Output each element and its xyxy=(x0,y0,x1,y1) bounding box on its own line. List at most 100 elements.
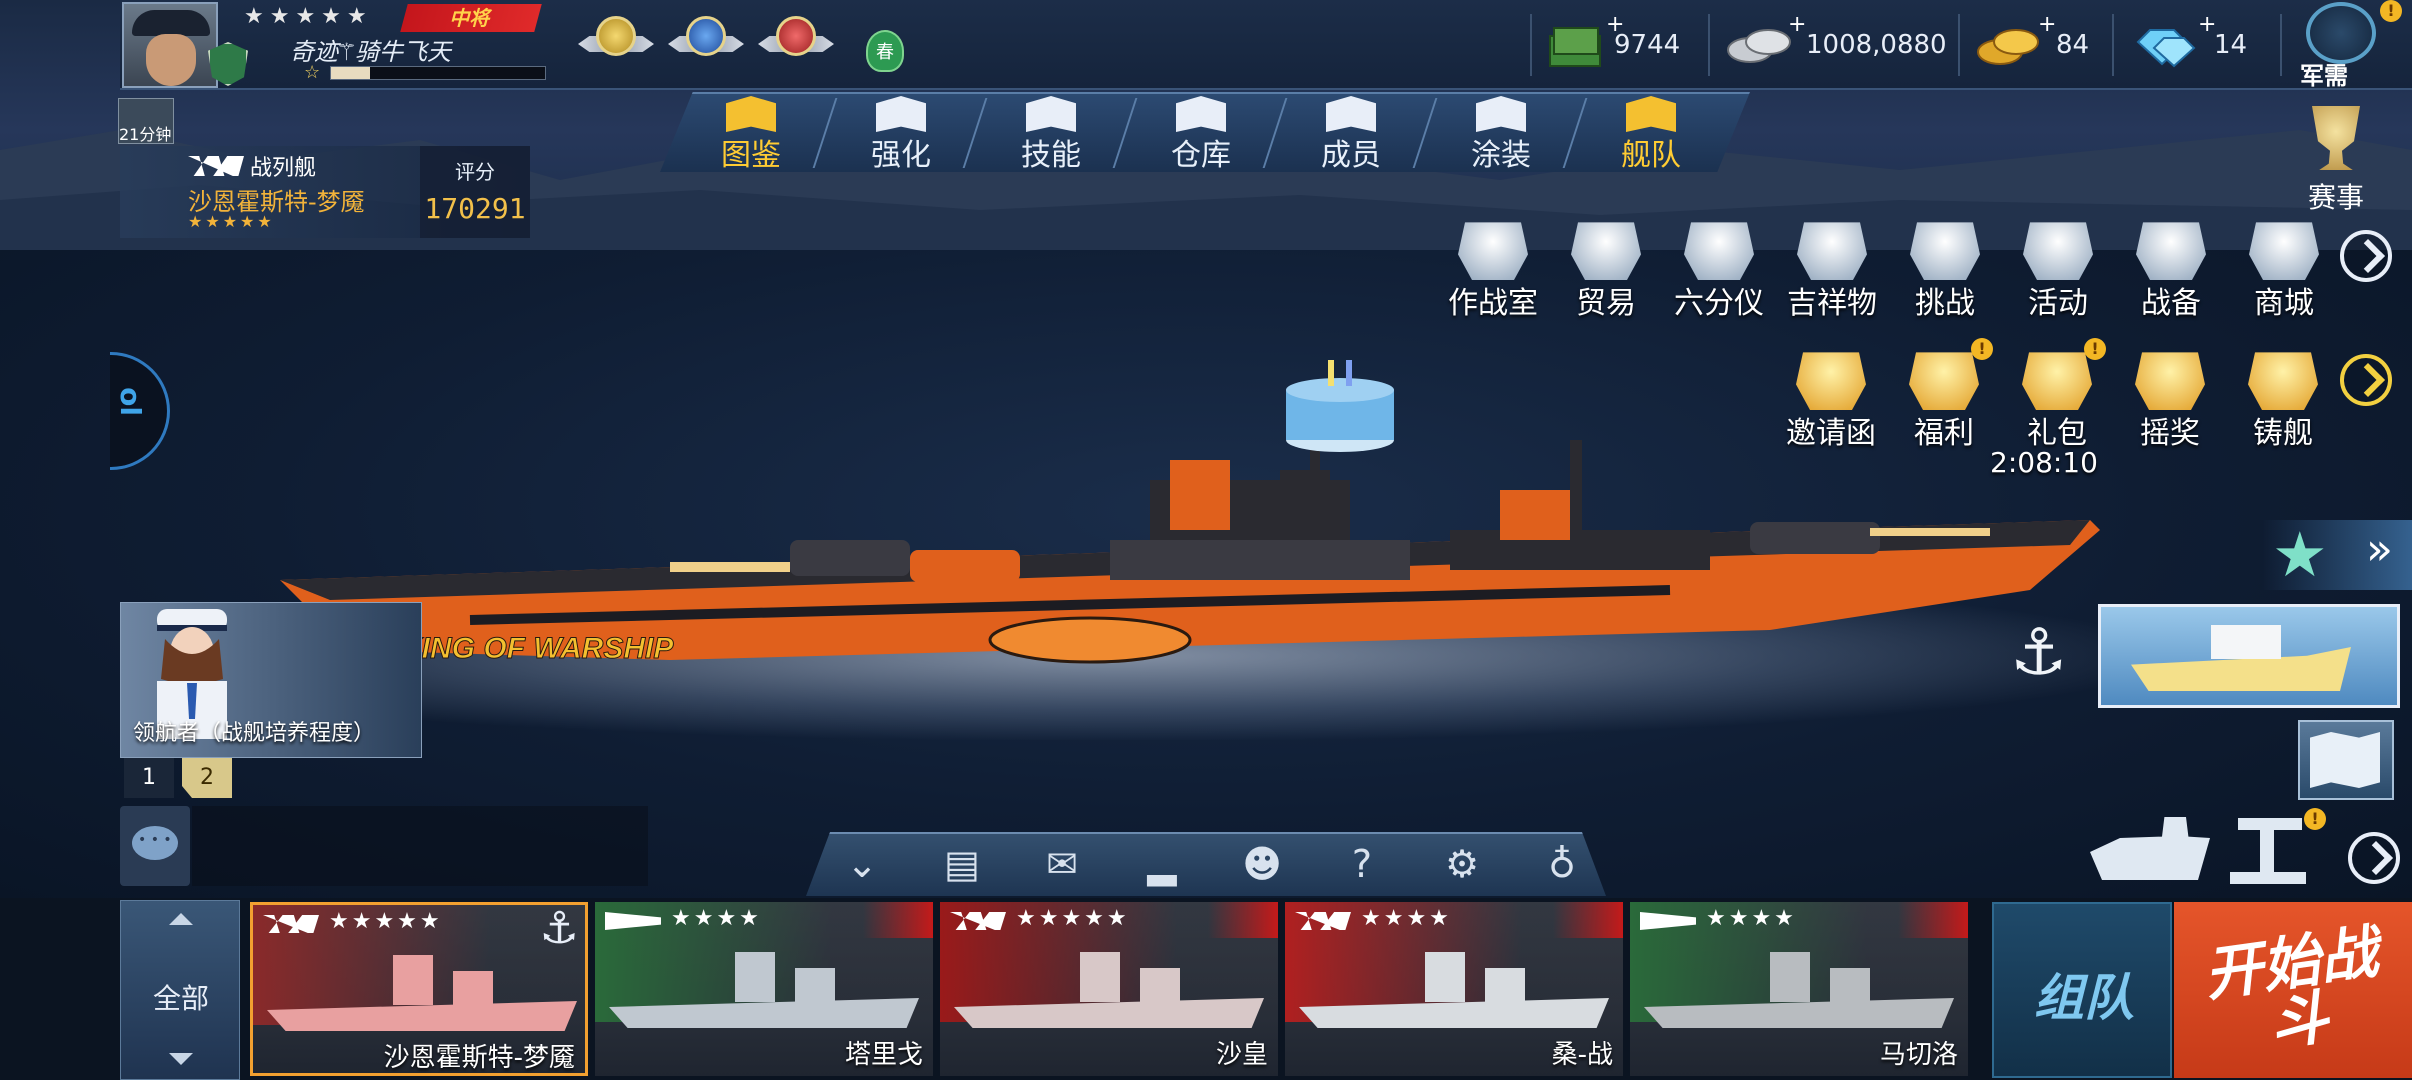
ship-info-panel[interactable]: 战列舰 沙恩霍斯特-梦魇 ★★★★★ 评分 170291 xyxy=(120,146,530,238)
next-arrow-icon[interactable] xyxy=(2348,832,2400,884)
feature-label: 战备 xyxy=(2141,286,2201,321)
feature-megaphone[interactable]: 活动 xyxy=(2003,216,2113,326)
ship-stars: ★★★★ xyxy=(1361,906,1452,931)
resource-gold[interactable]: + 84 xyxy=(1976,12,2096,76)
megaphone-icon xyxy=(2023,222,2093,280)
ship-tower xyxy=(1425,952,1465,1002)
chat-preview-area[interactable] xyxy=(192,806,648,886)
ship-tower xyxy=(1080,952,1120,1002)
nav-warehouse[interactable]: 仓库 xyxy=(1126,92,1276,173)
resource-cash[interactable]: + 9744 xyxy=(1548,12,1698,76)
anchor-icon: ⚓ xyxy=(539,903,579,954)
add-gold-plus[interactable]: + xyxy=(2038,12,2056,37)
chat-bubble-icon xyxy=(132,826,178,860)
page-tab-2[interactable]: 2 xyxy=(182,758,232,798)
feature-label: 活动 xyxy=(2028,286,2088,321)
forge-ship-icon xyxy=(2248,352,2318,410)
nav-crew[interactable]: 成员 xyxy=(1276,92,1426,173)
cash-value: 9744 xyxy=(1614,30,1681,60)
season-tag[interactable]: 春 xyxy=(866,30,904,72)
separator xyxy=(1708,14,1710,76)
feature-lottery-wheel[interactable]: 摇奖 xyxy=(2115,346,2225,456)
more-features-arrow-icon[interactable] xyxy=(2340,230,2392,282)
team-up-button[interactable]: 组队 xyxy=(1992,902,2172,1078)
filter-all-button[interactable]: 全部 xyxy=(120,900,240,1080)
feature-gift-pack[interactable]: 礼包! xyxy=(2002,338,2112,456)
lottery-wheel-icon xyxy=(2135,352,2205,410)
feature-challenge[interactable]: 挑战 xyxy=(1890,216,2000,326)
invitation-icon xyxy=(1796,352,1866,410)
map-button[interactable] xyxy=(2298,720,2394,800)
help-icon[interactable]: ? xyxy=(1312,836,1412,892)
diamond-value: 14 xyxy=(2214,30,2248,60)
anchor-icon[interactable]: ⚓ xyxy=(2010,616,2067,690)
feature-sextant[interactable]: 六分仪 xyxy=(1664,216,1774,326)
feature-forge-ship[interactable]: 铸舰 xyxy=(2228,346,2338,456)
captain-card[interactable]: 领航者（战舰培养程度） xyxy=(120,602,422,758)
nav-label: 技能 xyxy=(1021,138,1081,173)
time-remaining-thumb[interactable]: 21分钟 xyxy=(118,98,174,144)
mail-icon[interactable]: ✉ xyxy=(1012,836,1112,892)
ship-card[interactable]: ★★★★★ 沙皇 xyxy=(940,902,1278,1076)
fleet-ship-thumbnail[interactable] xyxy=(2098,604,2400,708)
hint-bulb-icon[interactable]: ♁ xyxy=(1512,836,1612,892)
star-icon: ★ xyxy=(2272,518,2328,591)
event-button[interactable]: 赛事 xyxy=(2286,106,2386,216)
ship-name: 塔里戈 xyxy=(844,1040,923,1070)
feature-label: 挑战 xyxy=(1915,286,1975,321)
warehouse-icon xyxy=(1176,96,1226,132)
friends-icon[interactable]: ☻ xyxy=(1212,836,1312,892)
ship-card[interactable]: ★★★★★ 沙恩霍斯特-梦魇 ⚓ xyxy=(250,902,588,1076)
blue-medal-icon[interactable] xyxy=(666,12,746,74)
nav-label: 涂装 xyxy=(1471,138,1531,173)
ship-stars: ★★★★★ xyxy=(329,909,443,934)
collapse-chevrons-icon[interactable]: ⌄ xyxy=(812,836,912,892)
scroll-up-icon[interactable] xyxy=(169,913,193,925)
ship-card[interactable]: ★★★★ 塔里戈 xyxy=(595,902,933,1076)
player-avatar[interactable] xyxy=(122,2,218,88)
nav-skill[interactable]: 技能 xyxy=(976,92,1126,173)
skill-icon xyxy=(1026,96,1076,132)
ship-tower xyxy=(735,952,775,1002)
nav-paint-flag[interactable]: 涂装 xyxy=(1426,92,1576,173)
add-silver-plus[interactable]: + xyxy=(1788,12,1806,37)
red-medal-icon[interactable] xyxy=(756,12,836,74)
nav-label: 仓库 xyxy=(1171,138,1231,173)
captain-label: 领航者（战舰培养程度） xyxy=(133,721,376,746)
resource-diamond[interactable]: + 14 xyxy=(2134,12,2264,76)
nav-fleet[interactable]: 舰队 xyxy=(1576,92,1726,173)
feature-readiness[interactable]: 战备 xyxy=(2116,216,2226,326)
gold-medal-icon[interactable] xyxy=(576,12,656,74)
ranking-icon[interactable]: ▂ xyxy=(1112,836,1212,892)
page-tab-1[interactable]: 1 xyxy=(124,758,174,798)
resource-silver[interactable]: + 1008,0880 xyxy=(1726,12,1947,76)
time-remaining-label: 21分钟 xyxy=(119,125,172,144)
battleship-class-icon xyxy=(188,156,244,176)
ship-stars: ★★★★ xyxy=(1706,906,1797,931)
gift-pack-timer: 2:08:10 xyxy=(1990,446,2098,479)
more-rewards-arrow-icon[interactable] xyxy=(2340,354,2392,406)
military-supply-button[interactable]: 军需 ! xyxy=(2290,0,2410,90)
start-battle-button[interactable]: 开始战斗 xyxy=(2174,902,2412,1078)
feature-shopping-cart[interactable]: 商城 xyxy=(2229,216,2339,326)
cash-stack-icon xyxy=(1549,27,1601,67)
nav-upgrade[interactable]: 强化 xyxy=(826,92,976,173)
notification-badge: ! xyxy=(2084,338,2106,360)
feature-trade-scale[interactable]: 贸易 xyxy=(1551,216,1661,326)
chat-button[interactable] xyxy=(120,806,190,886)
feature-invitation[interactable]: 邀请函 xyxy=(1776,346,1886,456)
side-tab-label: ol xyxy=(113,387,147,416)
separator xyxy=(1530,14,1532,76)
clipboard-icon[interactable]: ▤ xyxy=(912,836,1012,892)
feature-welfare-chest[interactable]: 福利! xyxy=(1889,338,1999,456)
feature-label: 贸易 xyxy=(1576,286,1636,321)
scroll-down-icon[interactable] xyxy=(169,1053,193,1065)
nav-book[interactable]: 图鉴 xyxy=(676,92,826,173)
shipyard-crane-icon[interactable] xyxy=(2230,808,2310,886)
ship-card[interactable]: ★★★★ 桑-战 xyxy=(1285,902,1623,1076)
star-expand-button[interactable]: ★ » xyxy=(2262,520,2412,590)
settings-gear-icon[interactable]: ⚙ xyxy=(1412,836,1512,892)
feature-mascot[interactable]: 吉祥物 xyxy=(1777,216,1887,326)
ship-card[interactable]: ★★★★ 马切洛 xyxy=(1630,902,1968,1076)
feature-war-room[interactable]: 作战室 xyxy=(1438,216,1548,326)
